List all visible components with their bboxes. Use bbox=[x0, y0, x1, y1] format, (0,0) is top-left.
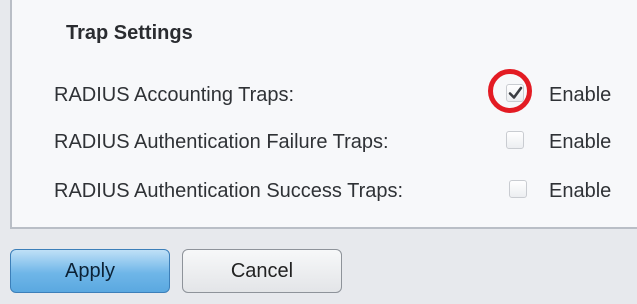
cancel-button[interactable]: Cancel bbox=[182, 249, 342, 293]
auth-success-enable-label: Enable bbox=[549, 180, 612, 202]
auth-success-traps-checkbox[interactable] bbox=[509, 180, 527, 198]
trap-row-auth-failure: RADIUS Authentication Failure Traps: Ena… bbox=[54, 127, 634, 157]
apply-button[interactable]: Apply bbox=[10, 249, 170, 293]
auth-failure-traps-checkbox[interactable] bbox=[506, 131, 524, 149]
trap-row-accounting: RADIUS Accounting Traps: Enable bbox=[54, 80, 634, 110]
trap-label-auth-failure: RADIUS Authentication Failure Traps: bbox=[54, 131, 389, 153]
accounting-enable-label: Enable bbox=[549, 84, 612, 106]
auth-failure-enable-label: Enable bbox=[549, 131, 612, 153]
trap-label-accounting: RADIUS Accounting Traps: bbox=[54, 84, 295, 106]
highlight-circle bbox=[488, 69, 532, 113]
trap-row-auth-success: RADIUS Authentication Success Traps: Ena… bbox=[54, 176, 634, 206]
trap-label-auth-success: RADIUS Authentication Success Traps: bbox=[54, 180, 404, 202]
section-title: Trap Settings bbox=[66, 22, 193, 44]
